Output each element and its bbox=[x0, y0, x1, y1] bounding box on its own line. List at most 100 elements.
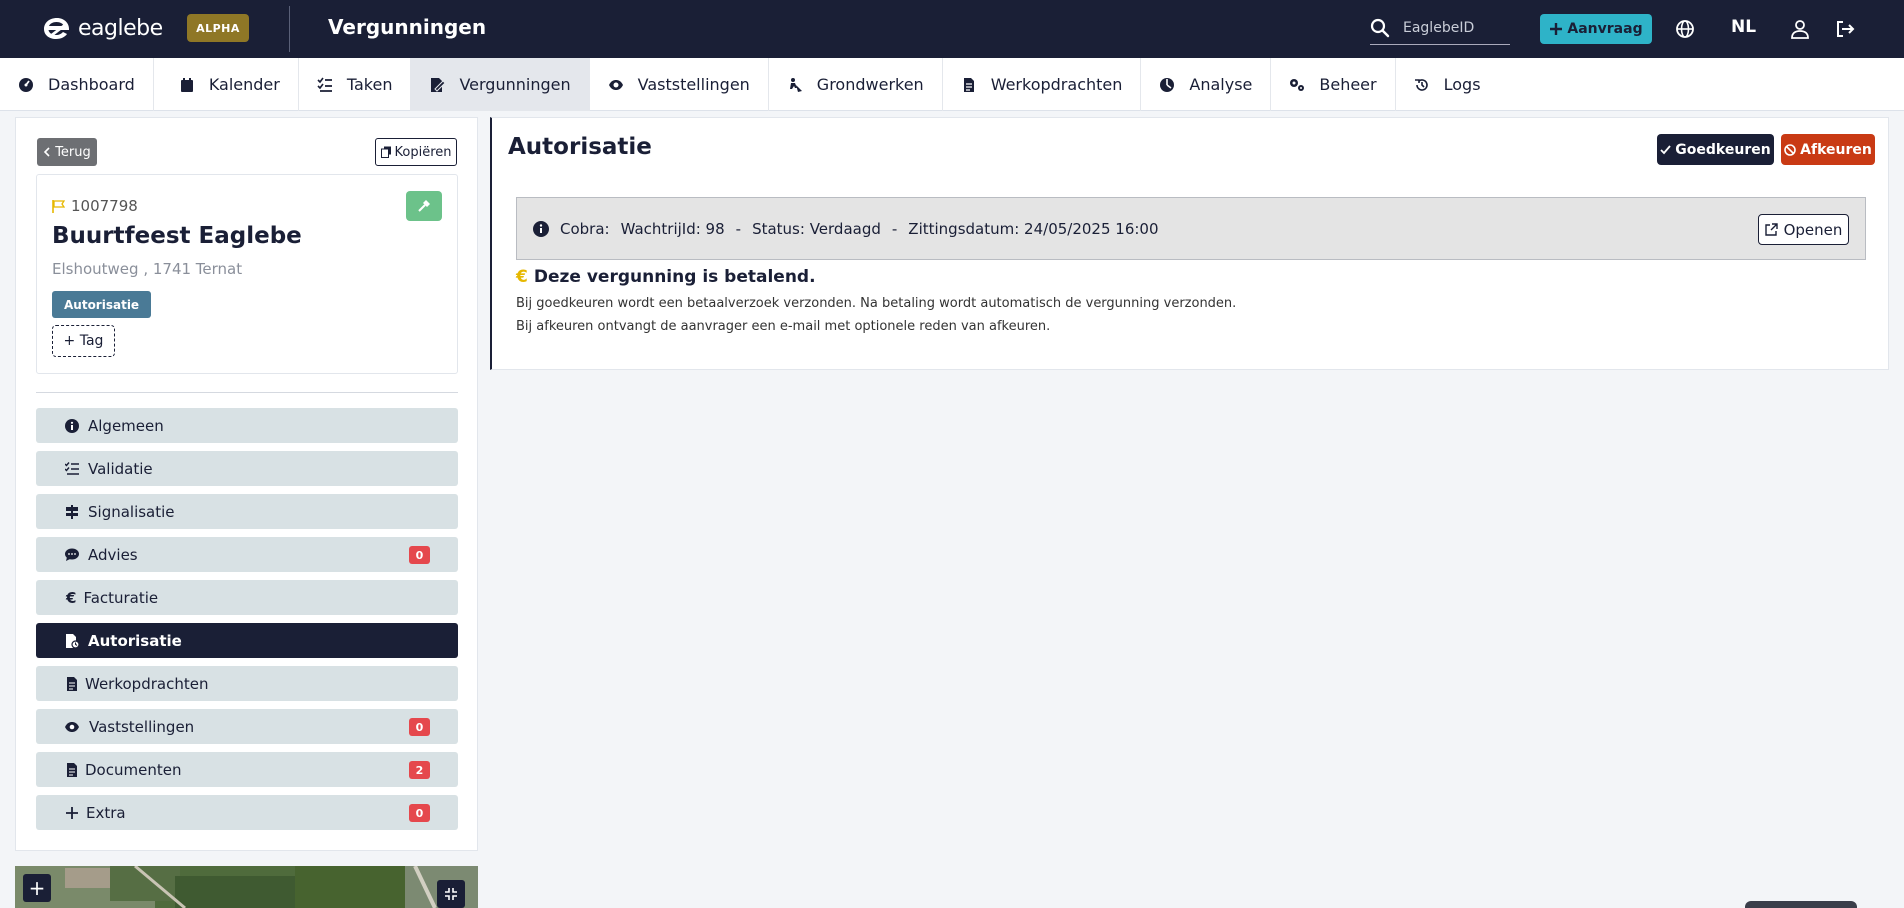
menu-item-vaststellingen[interactable]: Vaststellingen 0 bbox=[36, 709, 458, 744]
chart-icon bbox=[1160, 77, 1175, 92]
nav-dashboard[interactable]: Dashboard bbox=[0, 58, 154, 111]
reject-button[interactable]: Afkeuren bbox=[1781, 134, 1875, 165]
logout-icon[interactable] bbox=[1833, 17, 1857, 41]
top-header: eaglebe ALPHA Vergunningen Aanvraag NL bbox=[0, 0, 1904, 58]
nav-label: Grondwerken bbox=[816, 75, 924, 94]
gears-icon bbox=[1290, 78, 1305, 91]
payment-title-text: Deze vergunning is betalend. bbox=[533, 267, 816, 287]
gauge-icon bbox=[19, 77, 33, 92]
nav-analyse[interactable]: Analyse bbox=[1141, 58, 1272, 111]
nav-grondwerken[interactable]: Grondwerken bbox=[769, 58, 943, 111]
satellite-map-tile bbox=[15, 866, 478, 908]
map-zoom-in-button[interactable]: + bbox=[23, 874, 51, 902]
edit-button[interactable] bbox=[406, 191, 442, 221]
back-button[interactable]: Terug bbox=[37, 138, 97, 166]
count-badge: 0 bbox=[409, 804, 430, 822]
eye-icon bbox=[608, 79, 623, 90]
nav-logs[interactable]: Logs bbox=[1396, 58, 1499, 111]
user-icon[interactable] bbox=[1788, 17, 1812, 41]
divider bbox=[36, 392, 458, 393]
copy-button[interactable]: Kopiëren bbox=[375, 138, 457, 166]
chevron-left-icon bbox=[44, 147, 50, 157]
copy-label: Kopiëren bbox=[394, 144, 452, 160]
menu-item-label: Autorisatie bbox=[88, 631, 182, 650]
menu-item-autorisatie[interactable]: Autorisatie bbox=[36, 623, 458, 658]
history-icon bbox=[1414, 78, 1428, 91]
menu-item-label: Documenten bbox=[85, 760, 182, 779]
detail-sidebar: Terug Kopiëren 1007798 Buurtfeest Eagleb… bbox=[15, 117, 478, 851]
map-fullscreen-icon[interactable] bbox=[437, 880, 465, 908]
copy-icon bbox=[380, 146, 391, 158]
eye-icon bbox=[65, 721, 79, 732]
menu-item-werkopdrachten[interactable]: Werkopdrachten bbox=[36, 666, 458, 701]
menu-item-label: Advies bbox=[88, 545, 138, 564]
permit-title: Buurtfeest Eaglebe bbox=[52, 223, 302, 249]
nav-taken[interactable]: Taken bbox=[299, 58, 412, 111]
open-button[interactable]: Openen bbox=[1758, 214, 1849, 245]
nav-label: Logs bbox=[1443, 75, 1481, 94]
payment-info-approve: Bij goedkeuren wordt een betaalverzoek v… bbox=[516, 296, 1237, 311]
nav-label: Werkopdrachten bbox=[990, 75, 1123, 94]
cobra-separator: - bbox=[891, 219, 898, 238]
cobra-label: Cobra: bbox=[560, 219, 610, 238]
count-badge: 0 bbox=[409, 718, 430, 736]
new-request-button[interactable]: Aanvraag bbox=[1540, 14, 1652, 44]
nav-vaststellingen[interactable]: Vaststellingen bbox=[590, 58, 769, 111]
count-badge: 0 bbox=[409, 546, 430, 564]
nav-label: Dashboard bbox=[48, 75, 135, 94]
nav-label: Beheer bbox=[1319, 75, 1377, 94]
permit-icon bbox=[431, 77, 446, 92]
search-input[interactable] bbox=[1403, 20, 1503, 36]
permit-id: 1007798 bbox=[52, 197, 138, 215]
cobra-separator: - bbox=[735, 219, 742, 238]
search-icon[interactable] bbox=[1370, 18, 1390, 38]
approve-button[interactable]: Goedkeuren bbox=[1657, 134, 1774, 165]
section-menu: Algemeen Validatie Signalisatie Advies 0… bbox=[36, 408, 458, 838]
menu-item-label: Extra bbox=[86, 803, 126, 822]
page-title: Vergunningen bbox=[328, 15, 487, 39]
location-map[interactable]: + bbox=[15, 866, 478, 908]
ban-icon bbox=[1784, 143, 1796, 156]
open-label: Openen bbox=[1783, 220, 1843, 239]
menu-item-extra[interactable]: Extra 0 bbox=[36, 795, 458, 830]
cobra-status-bar: Cobra: WachtrijId: 98 - Status: Verdaagd… bbox=[516, 197, 1866, 260]
digging-icon bbox=[789, 77, 802, 92]
nav-werkopdrachten[interactable]: Werkopdrachten bbox=[943, 58, 1142, 111]
reject-label: Afkeuren bbox=[1800, 141, 1872, 158]
add-tag-button[interactable]: + Tag bbox=[52, 325, 115, 357]
status-badge: Autorisatie bbox=[52, 291, 152, 318]
plus-icon bbox=[1550, 23, 1563, 35]
cobra-queue-id: WachtrijId: 98 bbox=[620, 219, 725, 238]
info-icon bbox=[65, 418, 79, 433]
nav-beheer[interactable]: Beheer bbox=[1271, 58, 1396, 111]
floating-widget[interactable] bbox=[1745, 901, 1857, 908]
permit-card: 1007798 Buurtfeest Eaglebe Elshoutweg , … bbox=[36, 174, 458, 374]
alpha-badge: ALPHA bbox=[187, 14, 249, 42]
signs-icon bbox=[66, 504, 78, 519]
search-box bbox=[1370, 12, 1510, 45]
logo[interactable]: eaglebe bbox=[42, 15, 163, 41]
menu-item-facturatie[interactable]: € Facturatie bbox=[36, 580, 458, 615]
flag-icon bbox=[52, 199, 65, 213]
nav-vergunningen[interactable]: Vergunningen bbox=[411, 58, 590, 111]
menu-item-validatie[interactable]: Validatie bbox=[36, 451, 458, 486]
language-switcher[interactable]: NL bbox=[1731, 17, 1756, 37]
globe-icon[interactable] bbox=[1673, 17, 1697, 41]
payment-title: € Deze vergunning is betalend. bbox=[516, 267, 816, 287]
count-badge: 2 bbox=[409, 761, 430, 779]
header-divider bbox=[289, 6, 290, 52]
menu-item-advies[interactable]: Advies 0 bbox=[36, 537, 458, 572]
logo-text: eaglebe bbox=[78, 15, 163, 41]
cobra-status: Status: Verdaagd bbox=[752, 219, 881, 238]
main-nav: Dashboard Kalender Taken Vergunningen Va… bbox=[0, 58, 1904, 111]
hammer-icon bbox=[418, 200, 430, 212]
nav-label: Taken bbox=[346, 75, 393, 94]
nav-kalender[interactable]: Kalender bbox=[154, 58, 299, 111]
payment-info-reject: Bij afkeuren ontvangt de aanvrager een e… bbox=[516, 319, 1051, 334]
menu-item-algemeen[interactable]: Algemeen bbox=[36, 408, 458, 443]
tasks-icon bbox=[317, 77, 332, 92]
list-check-icon bbox=[65, 461, 79, 475]
menu-item-documenten[interactable]: Documenten 2 bbox=[36, 752, 458, 787]
menu-item-signalisatie[interactable]: Signalisatie bbox=[36, 494, 458, 529]
authorization-panel: Autorisatie Goedkeuren Afkeuren Cobra: W… bbox=[490, 117, 1889, 370]
